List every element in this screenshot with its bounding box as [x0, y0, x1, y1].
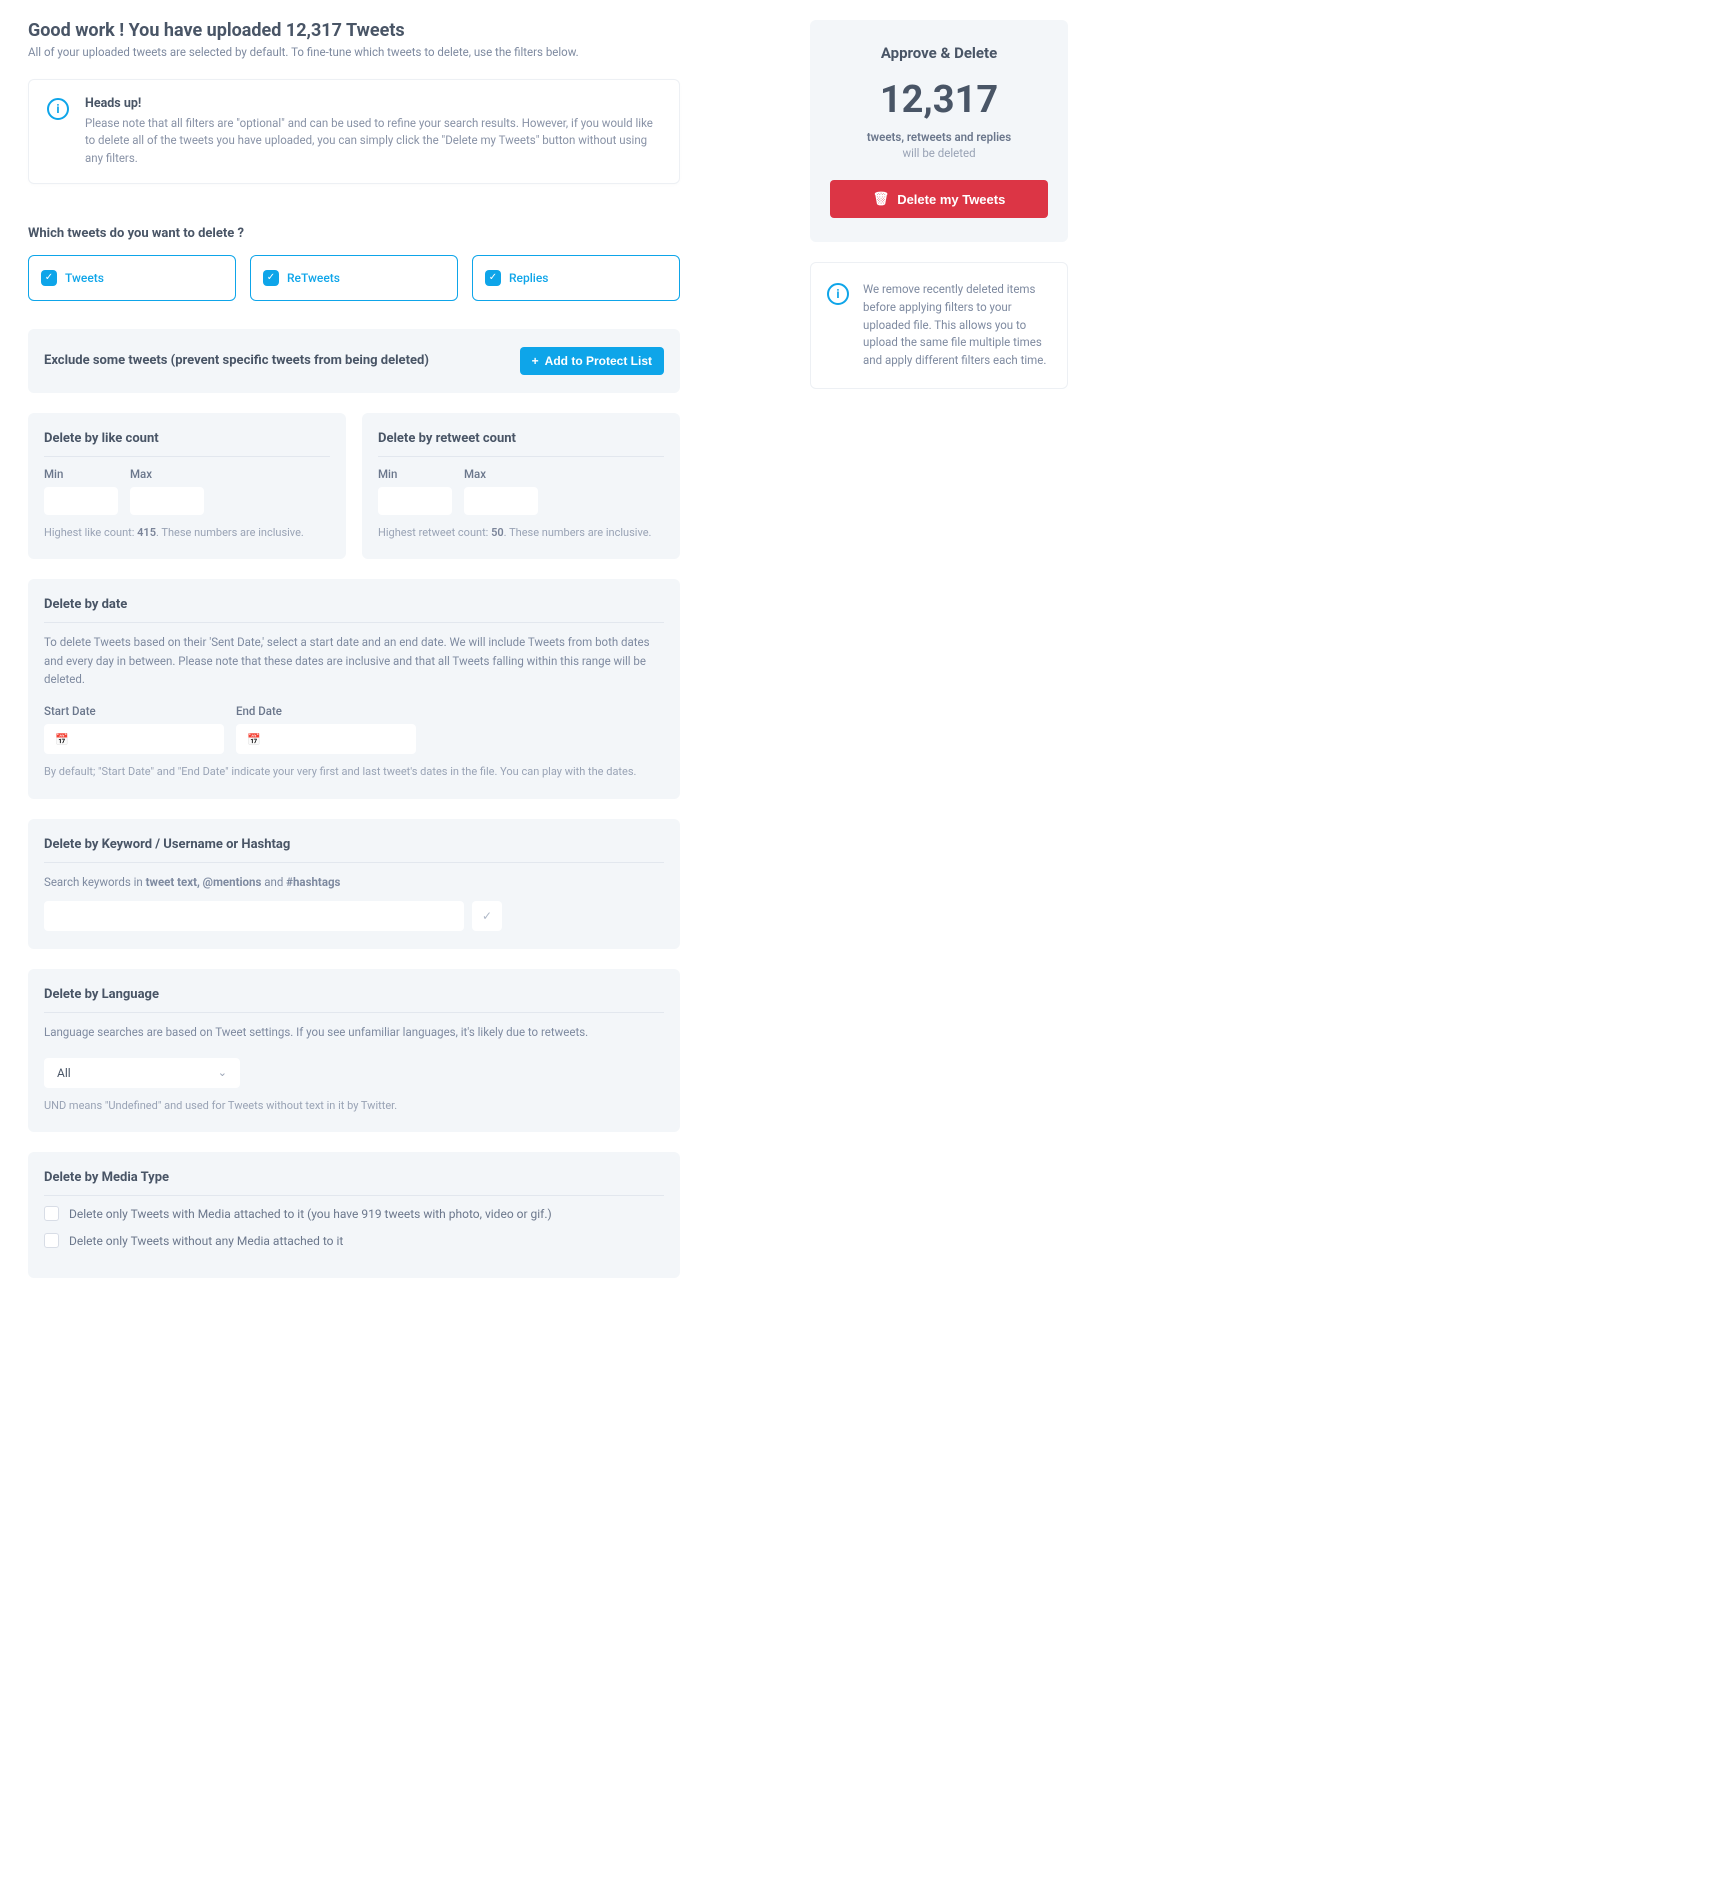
btn-label: Delete my Tweets	[897, 192, 1005, 207]
retweet-min-input[interactable]	[378, 487, 452, 515]
start-date-input[interactable]: 📅	[44, 724, 224, 754]
callout-title: Heads up!	[85, 96, 661, 111]
date-card: Delete by date To delete Tweets based on…	[28, 579, 680, 799]
card-title: Delete by retweet count	[378, 431, 664, 457]
language-selected: All	[57, 1066, 71, 1080]
retweet-max-input[interactable]	[464, 487, 538, 515]
count-meta2: will be deleted	[830, 146, 1048, 160]
info-icon: i	[47, 98, 69, 120]
like-max-input[interactable]	[130, 487, 204, 515]
language-card: Delete by Language Language searches are…	[28, 969, 680, 1132]
like-min-label: Min	[44, 467, 118, 481]
type-label: ReTweets	[287, 271, 340, 285]
rt-max-label: Max	[464, 467, 538, 481]
trash-icon: 🗑	[873, 191, 890, 207]
calendar-icon: 📅	[55, 733, 69, 746]
end-date-input[interactable]: 📅	[236, 724, 416, 754]
approve-delete-card: Approve & Delete 12,317 tweets, retweets…	[810, 20, 1068, 242]
rt-hint: Highest retweet count: 50. These numbers…	[378, 525, 664, 542]
media-opt1-label: Delete only Tweets with Media attached t…	[69, 1207, 552, 1221]
page-title: Good work ! You have uploaded 12,317 Twe…	[28, 20, 680, 41]
like-count-card: Delete by like count Min Max Highest lik…	[28, 413, 346, 560]
date-hint: By default; "Start Date" and "End Date" …	[44, 764, 664, 781]
delete-count: 12,317	[830, 78, 1048, 122]
language-select[interactable]: All ⌄	[44, 1058, 240, 1088]
card-title: Delete by Keyword / Username or Hashtag	[44, 837, 664, 863]
card-title: Delete by Language	[44, 987, 664, 1013]
retweet-count-card: Delete by retweet count Min Max Highest …	[362, 413, 680, 560]
rt-min-label: Min	[378, 467, 452, 481]
page-subtitle: All of your uploaded tweets are selected…	[28, 45, 680, 59]
type-label: Tweets	[65, 271, 104, 285]
card-title: Delete by Media Type	[44, 1170, 664, 1196]
exclude-bar: Exclude some tweets (prevent specific tw…	[28, 329, 680, 393]
language-desc: Language searches are based on Tweet set…	[44, 1023, 664, 1041]
callout-body: Please note that all filters are "option…	[85, 115, 661, 167]
media-with-checkbox[interactable]	[44, 1206, 59, 1221]
type-tweets-checkbox[interactable]: ✓ Tweets	[28, 255, 236, 301]
count-meta1: tweets, retweets and replies	[830, 130, 1048, 144]
check-icon: ✓	[485, 270, 501, 286]
keyword-input[interactable]	[44, 901, 464, 931]
end-date-label: End Date	[236, 704, 416, 718]
start-date-label: Start Date	[44, 704, 224, 718]
approve-title: Approve & Delete	[830, 44, 1048, 62]
keyword-add-button[interactable]: ✓	[472, 901, 502, 931]
type-replies-checkbox[interactable]: ✓ Replies	[472, 255, 680, 301]
date-desc: To delete Tweets based on their 'Sent Da…	[44, 633, 664, 688]
plus-icon: +	[532, 354, 539, 368]
calendar-icon: 📅	[247, 733, 261, 746]
check-icon: ✓	[41, 270, 57, 286]
heads-up-callout: i Heads up! Please note that all filters…	[28, 79, 680, 184]
info-icon: i	[827, 283, 849, 305]
check-icon: ✓	[263, 270, 279, 286]
media-opt2-label: Delete only Tweets without any Media att…	[69, 1234, 343, 1248]
type-retweets-checkbox[interactable]: ✓ ReTweets	[250, 255, 458, 301]
type-label: Replies	[509, 271, 548, 285]
like-max-label: Max	[130, 467, 204, 481]
sidebar-info-text: We remove recently deleted items before …	[863, 281, 1051, 370]
exclude-title: Exclude some tweets (prevent specific tw…	[44, 353, 429, 368]
like-hint: Highest like count: 415. These numbers a…	[44, 525, 330, 542]
card-title: Delete by date	[44, 597, 664, 623]
like-min-input[interactable]	[44, 487, 118, 515]
card-title: Delete by like count	[44, 431, 330, 457]
delete-my-tweets-button[interactable]: 🗑 Delete my Tweets	[830, 180, 1048, 218]
keyword-desc: Search keywords in tweet text, @mentions…	[44, 873, 664, 891]
sidebar-info: i We remove recently deleted items befor…	[810, 262, 1068, 389]
media-without-checkbox[interactable]	[44, 1233, 59, 1248]
media-card: Delete by Media Type Delete only Tweets …	[28, 1152, 680, 1278]
chevron-down-icon: ⌄	[218, 1066, 227, 1079]
btn-label: Add to Protect List	[545, 354, 652, 368]
check-icon: ✓	[482, 909, 492, 923]
keyword-card: Delete by Keyword / Username or Hashtag …	[28, 819, 680, 949]
type-section-title: Which tweets do you want to delete ?	[28, 226, 680, 241]
add-to-protect-list-button[interactable]: + Add to Protect List	[520, 347, 664, 375]
language-hint: UND means "Undefined" and used for Tweet…	[44, 1098, 664, 1115]
